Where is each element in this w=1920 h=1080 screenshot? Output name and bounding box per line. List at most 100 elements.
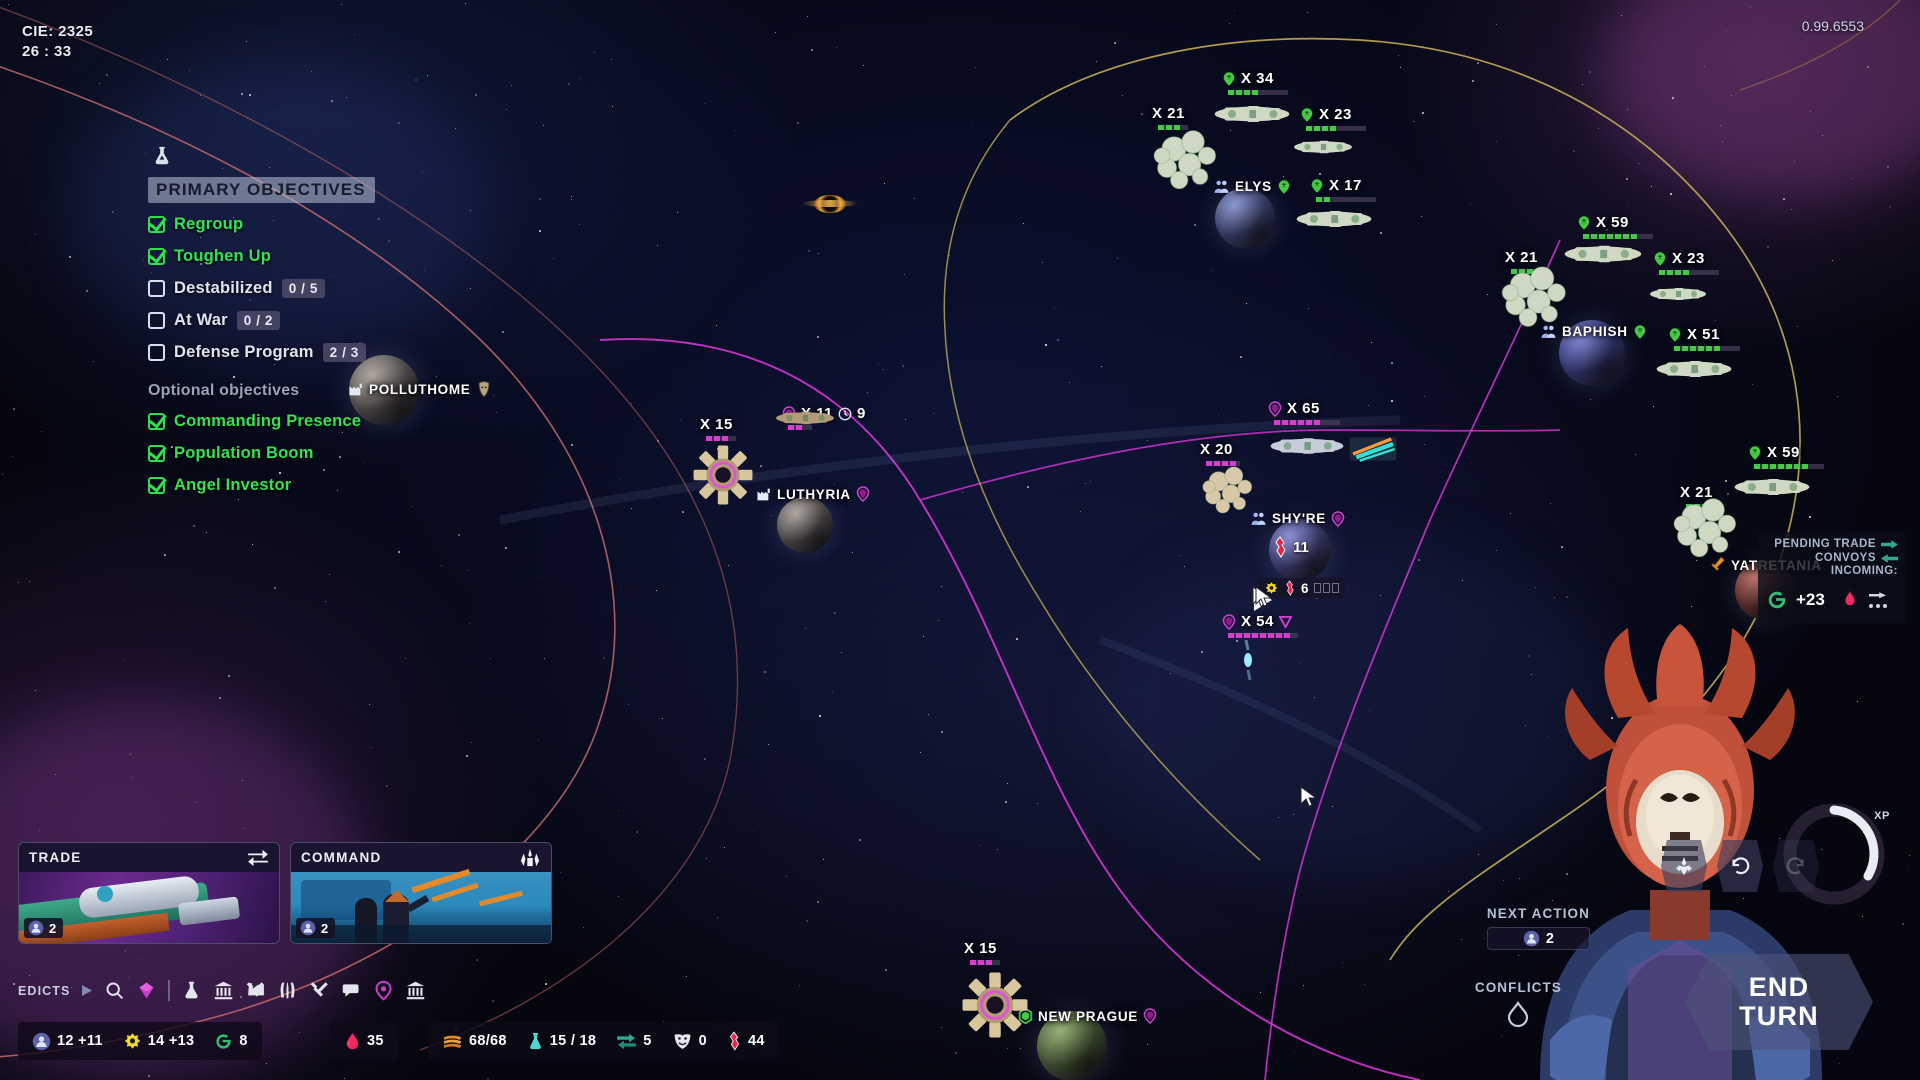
objective-row[interactable]: At War 0 / 2 [148, 310, 478, 331]
resource-food[interactable]: 68/68 [442, 1033, 507, 1050]
influence-pin-icon[interactable] [373, 980, 394, 1001]
resource-trade[interactable]: 5 [616, 1033, 651, 1050]
objective-checkbox[interactable] [148, 477, 165, 494]
resource-unrest[interactable]: 44 [727, 1031, 765, 1051]
ship-sprite[interactable] [1648, 282, 1708, 306]
planet-label-new-prague[interactable]: NEW PRAGUE [1018, 1008, 1157, 1024]
shield-icon[interactable] [1505, 1001, 1531, 1033]
resource-culture[interactable]: 0 [672, 1032, 707, 1050]
planet-label-shy-re[interactable]: SHY'RE [1250, 510, 1345, 527]
industry-icon[interactable] [245, 980, 266, 1001]
fleet-counter[interactable]: X 20 [1200, 441, 1233, 458]
government-icon[interactable] [213, 980, 234, 1001]
planet-label-luthyria[interactable]: LUTHYRIA [756, 486, 870, 502]
ship-sprite[interactable] [1294, 205, 1374, 233]
star [195, 802, 196, 803]
ship-sprite[interactable] [1348, 432, 1398, 466]
undo-button[interactable] [1717, 840, 1763, 892]
resource-blood[interactable]: 35 [344, 1031, 384, 1052]
next-action-value-chip[interactable]: 2 [1487, 927, 1590, 950]
magenta-faction-pin [856, 486, 870, 502]
asteroid-cluster[interactable] [1148, 122, 1226, 200]
magenta-gem-icon[interactable] [136, 980, 157, 1001]
asteroid-cluster[interactable] [1496, 258, 1576, 338]
star [1307, 12, 1308, 13]
play-arrow-icon[interactable] [81, 984, 93, 997]
objective-row[interactable]: Angel Investor [148, 475, 478, 496]
fleet-counter[interactable]: X 17 [1310, 177, 1362, 194]
construction-icon[interactable] [309, 980, 330, 1001]
black-hole[interactable] [800, 185, 860, 223]
fleet-counter[interactable]: X 54 [1222, 613, 1292, 630]
star [325, 601, 326, 602]
fleet-counter[interactable]: X 34 [1222, 70, 1274, 87]
fleet-counter[interactable]: X 65 [1268, 400, 1320, 417]
fleet-counter[interactable]: X 23 [1653, 250, 1705, 267]
ship-sprite[interactable] [774, 406, 836, 430]
objective-checkbox[interactable] [148, 413, 165, 430]
ship-sprite[interactable] [1654, 355, 1734, 383]
ship-sprite[interactable] [1732, 473, 1812, 501]
fleet-counter[interactable]: X 59 [1577, 214, 1629, 231]
end-turn-button[interactable]: END TURN [1685, 954, 1873, 1050]
starbase-sprite[interactable] [952, 962, 1038, 1048]
objective-checkbox[interactable] [148, 344, 165, 361]
star [13, 983, 15, 985]
star [130, 754, 131, 755]
ship-action-button[interactable] [1661, 840, 1707, 892]
objective-checkbox[interactable] [148, 248, 165, 265]
planet-luthyria[interactable] [777, 497, 833, 553]
diplomacy-icon[interactable] [341, 980, 362, 1001]
star [657, 245, 658, 246]
fleet-hp-bar [1306, 126, 1336, 131]
objective-checkbox[interactable] [148, 312, 165, 329]
card-trade[interactable]: TRADE 2 [18, 842, 280, 944]
clock-icon [838, 407, 852, 421]
ship-sprite[interactable] [1268, 432, 1346, 460]
science-flask-icon[interactable] [181, 980, 202, 1001]
military-icon[interactable] [277, 980, 298, 1001]
star [1364, 984, 1365, 985]
redo-button[interactable] [1773, 840, 1819, 892]
senate-icon[interactable] [405, 980, 426, 1001]
fleet-counter[interactable]: X 15 [700, 416, 733, 433]
objective-checkbox[interactable] [148, 445, 165, 462]
starbase-sprite[interactable] [684, 436, 762, 514]
objective-row[interactable]: Destabilized 0 / 5 [148, 278, 478, 299]
ship-sprite[interactable] [1292, 135, 1354, 159]
fleet-counter[interactable]: X 21 [1152, 105, 1185, 122]
ship-sprite[interactable] [1562, 240, 1644, 268]
star [471, 742, 472, 743]
planet-label-polluthome[interactable]: POLLUTHOME [348, 381, 492, 398]
ship-sprite[interactable] [1212, 100, 1292, 128]
star [1887, 166, 1889, 168]
shyre-troop-badge[interactable]: 11 [1272, 536, 1309, 558]
objective-checkbox[interactable] [148, 216, 165, 233]
objective-row[interactable]: Toughen Up [148, 246, 478, 267]
fleet-counter[interactable]: X 59 [1748, 444, 1800, 461]
star [1045, 344, 1047, 346]
search-icon[interactable] [104, 980, 125, 1001]
objective-row[interactable]: Population Boom [148, 443, 478, 464]
star [241, 93, 243, 95]
star [228, 675, 230, 677]
resource-population[interactable]: 12 +11 [32, 1032, 103, 1051]
star [1413, 121, 1414, 122]
star [1909, 855, 1910, 856]
fleet-counter[interactable]: X 23 [1300, 106, 1352, 123]
resource-energy[interactable]: 14 +13 [123, 1032, 195, 1051]
objective-checkbox[interactable] [148, 280, 165, 297]
objective-row[interactable]: Defense Program 2 / 3 [148, 342, 478, 363]
fleet-counter[interactable]: X 51 [1668, 326, 1720, 343]
objective-row[interactable]: Commanding Presence [148, 411, 478, 432]
asteroid-cluster[interactable] [1668, 490, 1746, 568]
star [1650, 147, 1651, 148]
star [1857, 701, 1858, 702]
resource-credits[interactable]: 8 [214, 1032, 247, 1051]
asteroid-cluster[interactable] [1198, 460, 1260, 522]
objective-row[interactable]: Regroup [148, 214, 478, 235]
card-command[interactable]: COMMAND 2 [290, 842, 552, 944]
resource-research[interactable]: 15 / 18 [527, 1032, 596, 1051]
fleet-counter[interactable]: X 15 [964, 940, 997, 957]
star [571, 444, 573, 446]
